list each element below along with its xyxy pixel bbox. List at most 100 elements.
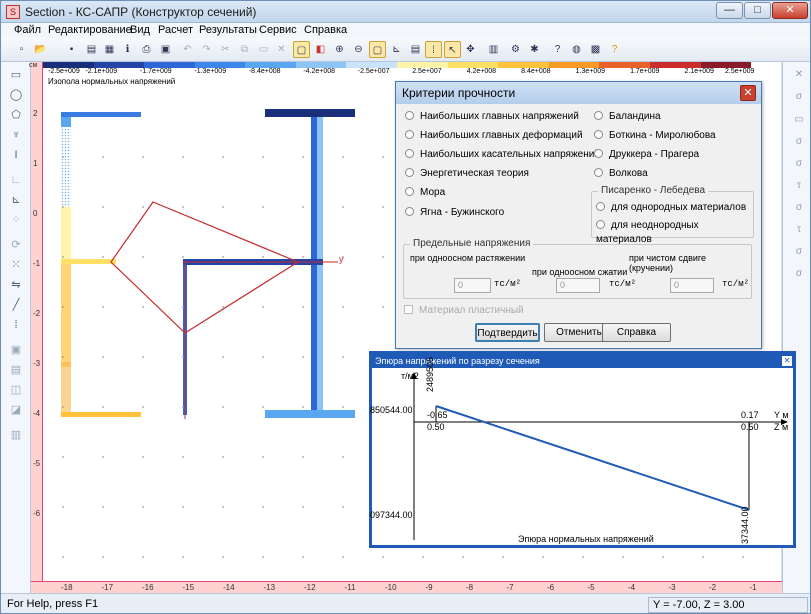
option-volkov[interactable]: Волкова: [594, 167, 648, 181]
copy-image-icon[interactable]: ▣: [157, 41, 174, 58]
copy-icon[interactable]: ⧉: [236, 41, 253, 58]
option-botkin[interactable]: Боткина - Миролюбова: [594, 129, 716, 143]
stress-diagram-close-button[interactable]: ✕: [782, 356, 792, 366]
close-button[interactable]: ✕: [772, 2, 808, 19]
menu-service[interactable]: Сервис: [259, 24, 297, 36]
radio-icon[interactable]: [596, 220, 605, 229]
ungroup-icon[interactable]: ▤: [8, 362, 24, 378]
angle-icon[interactable]: ∟: [8, 172, 24, 188]
checkbox-icon[interactable]: [404, 305, 413, 314]
radio-icon[interactable]: [594, 168, 603, 177]
color-icon[interactable]: ◧: [312, 41, 329, 58]
radio-icon[interactable]: [405, 187, 414, 196]
print-icon[interactable]: ⎙: [138, 41, 155, 58]
radio-icon[interactable]: [405, 111, 414, 120]
menu-file[interactable]: Файл: [14, 24, 41, 36]
help-button[interactable]: Справка: [602, 323, 671, 342]
menu-help[interactable]: Справка: [304, 24, 347, 36]
i-beam-icon[interactable]: I: [8, 147, 24, 163]
frame-icon[interactable]: ▢: [369, 41, 386, 58]
option-max-shear-stress[interactable]: Наибольших касательных напряжений: [405, 148, 600, 162]
help-icon[interactable]: ?: [549, 41, 566, 58]
grid-icon[interactable]: ⁞: [425, 41, 442, 58]
rotate-icon[interactable]: ⟳: [8, 237, 24, 253]
option-homogeneous[interactable]: для однородных материалов: [596, 201, 746, 215]
pointer-icon[interactable]: ↖: [444, 41, 461, 58]
tau-xz-icon[interactable]: τ: [791, 222, 807, 238]
save-icon[interactable]: ▪: [63, 41, 80, 58]
radio-icon[interactable]: [405, 168, 414, 177]
compression-input[interactable]: 0: [556, 278, 600, 293]
radio-icon[interactable]: [405, 207, 414, 216]
open-icon[interactable]: 📂: [32, 41, 49, 58]
option-drucker-prager[interactable]: Друккера - Прагера: [594, 148, 699, 162]
group-icon[interactable]: ▣: [8, 342, 24, 358]
sigma-2-icon[interactable]: σ: [791, 266, 807, 282]
mirror-icon[interactable]: ⇋: [8, 277, 24, 293]
menu-results[interactable]: Результаты: [199, 24, 257, 36]
radio-icon[interactable]: [594, 130, 603, 139]
print-preview-icon[interactable]: ▤: [83, 41, 100, 58]
criteria-close-button[interactable]: ✕: [740, 85, 756, 101]
redo-icon[interactable]: ↷: [198, 41, 215, 58]
maximize-button[interactable]: □: [744, 2, 771, 19]
calc-icon[interactable]: ⚙: [507, 41, 524, 58]
option-balandin[interactable]: Баландина: [594, 110, 661, 124]
option-yagn[interactable]: Ягна - Бужинского: [405, 206, 504, 220]
radio-icon[interactable]: [405, 149, 414, 158]
option-energy-theory[interactable]: Энергетическая теория: [405, 167, 529, 181]
paste-icon[interactable]: ▭: [255, 41, 272, 58]
faq-icon[interactable]: ▩: [587, 41, 604, 58]
line-icon[interactable]: ╱: [8, 297, 24, 313]
zoom-out-icon[interactable]: ⊖: [350, 41, 367, 58]
shear-input[interactable]: 0: [670, 278, 714, 293]
export-icon[interactable]: ▦: [101, 41, 118, 58]
info-icon[interactable]: ℹ: [119, 41, 136, 58]
radio-icon[interactable]: [594, 149, 603, 158]
snap-icon[interactable]: ⁘: [8, 212, 24, 228]
menu-calc[interactable]: Расчет: [158, 24, 193, 36]
about-icon[interactable]: ◍: [568, 41, 585, 58]
stress-icon[interactable]: σ: [791, 89, 807, 105]
sigma-x-icon[interactable]: σ: [791, 134, 807, 150]
confirm-button[interactable]: Подтвердить: [475, 323, 540, 342]
select-icon[interactable]: ▢: [293, 41, 310, 58]
results-icon[interactable]: ✱: [526, 41, 543, 58]
move-icon[interactable]: ✥: [462, 41, 479, 58]
sigma-y-icon[interactable]: σ: [791, 156, 807, 172]
table-icon[interactable]: ▤: [407, 41, 424, 58]
option-max-principal-stress[interactable]: Наибольших главных напряжений: [405, 110, 579, 124]
radio-icon[interactable]: [596, 202, 605, 211]
sigma-1-icon[interactable]: σ: [791, 244, 807, 260]
delete-icon[interactable]: ✕: [273, 41, 290, 58]
library-icon[interactable]: ▥: [485, 41, 502, 58]
tau-icon[interactable]: τ: [791, 178, 807, 194]
axes-icon[interactable]: ⊾: [388, 41, 405, 58]
area-icon[interactable]: ▭: [791, 112, 807, 128]
nodes-icon[interactable]: ⁙: [8, 257, 24, 273]
plastic-material-checkbox[interactable]: Материал пластичный: [404, 304, 524, 318]
polygon-icon[interactable]: ⬠: [8, 107, 24, 123]
zoom-in-icon[interactable]: ⊕: [331, 41, 348, 58]
option-mohr[interactable]: Мора: [405, 186, 445, 200]
tension-input[interactable]: 0: [454, 278, 491, 293]
radio-icon[interactable]: [594, 111, 603, 120]
sigma-z-icon[interactable]: σ: [791, 200, 807, 216]
new-icon[interactable]: ▫: [13, 41, 30, 58]
rectangle-icon[interactable]: ▭: [8, 67, 24, 83]
option-heterogeneous[interactable]: для неоднородных материалов: [596, 219, 753, 245]
option-max-principal-strain[interactable]: Наибольших главных деформаций: [405, 129, 583, 143]
undo-icon[interactable]: ↶: [179, 41, 196, 58]
menu-edit[interactable]: Редактирование: [48, 24, 132, 36]
radio-icon[interactable]: [405, 130, 414, 139]
context-help-icon[interactable]: ?: [606, 41, 623, 58]
menu-view[interactable]: Вид: [130, 24, 150, 36]
axes-origin-icon[interactable]: ⊾: [8, 192, 24, 208]
cross-icon[interactable]: ✕: [791, 67, 807, 83]
distribute-icon[interactable]: ⁞: [8, 317, 24, 333]
minimize-button[interactable]: —: [716, 2, 743, 19]
layer-icon[interactable]: ▥: [8, 427, 24, 443]
ellipse-icon[interactable]: ◯: [8, 87, 24, 103]
front-icon[interactable]: ◫: [8, 382, 24, 398]
back-icon[interactable]: ◪: [8, 402, 24, 418]
